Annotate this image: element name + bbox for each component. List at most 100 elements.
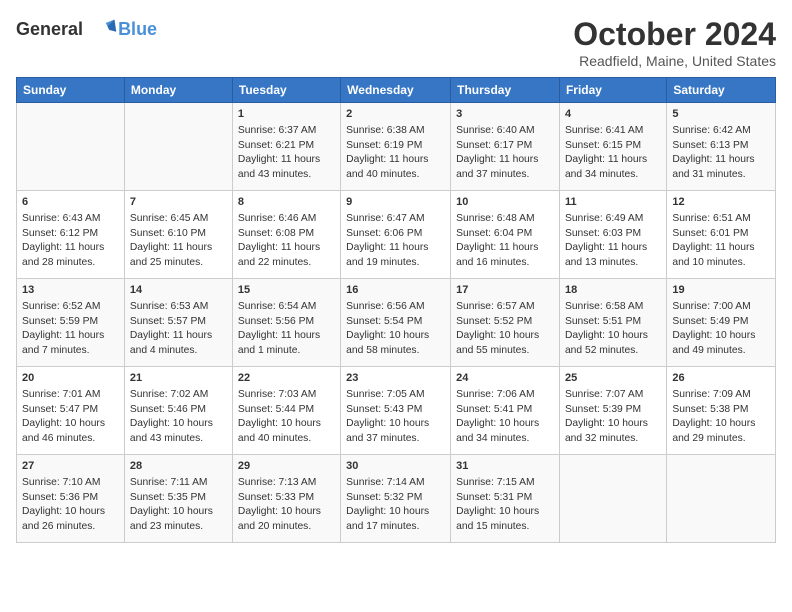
calendar-week-1: 1Sunrise: 6:37 AMSunset: 6:21 PMDaylight… — [17, 103, 776, 191]
day-number: 28 — [130, 459, 227, 474]
day-number: 9 — [346, 195, 445, 210]
calendar-week-2: 6Sunrise: 6:43 AMSunset: 6:12 PMDaylight… — [17, 191, 776, 279]
day-info: Sunset: 5:57 PM — [130, 315, 227, 329]
day-info: Daylight: 11 hours and 7 minutes. — [22, 329, 119, 358]
day-info: Sunrise: 6:40 AM — [456, 124, 554, 138]
day-number: 10 — [456, 195, 554, 210]
day-info: Daylight: 11 hours and 31 minutes. — [672, 153, 770, 182]
day-info: Sunrise: 7:13 AM — [238, 476, 335, 490]
day-info: Sunrise: 7:14 AM — [346, 476, 445, 490]
calendar-cell: 19Sunrise: 7:00 AMSunset: 5:49 PMDayligh… — [667, 279, 776, 367]
day-info: Sunrise: 7:00 AM — [672, 300, 770, 314]
day-info: Sunset: 6:12 PM — [22, 227, 119, 241]
calendar-cell: 10Sunrise: 6:48 AMSunset: 6:04 PMDayligh… — [451, 191, 560, 279]
day-number: 11 — [565, 195, 661, 210]
day-info: Daylight: 10 hours and 29 minutes. — [672, 417, 770, 446]
day-info: Sunset: 5:43 PM — [346, 403, 445, 417]
logo-text-blue: Blue — [118, 19, 157, 40]
day-info: Daylight: 10 hours and 15 minutes. — [456, 505, 554, 534]
day-number: 6 — [22, 195, 119, 210]
day-info: Sunrise: 6:54 AM — [238, 300, 335, 314]
logo-bird-icon — [90, 16, 118, 44]
col-header-monday: Monday — [124, 78, 232, 103]
day-number: 22 — [238, 371, 335, 386]
calendar-cell: 7Sunrise: 6:45 AMSunset: 6:10 PMDaylight… — [124, 191, 232, 279]
calendar-cell: 15Sunrise: 6:54 AMSunset: 5:56 PMDayligh… — [232, 279, 340, 367]
day-info: Daylight: 11 hours and 43 minutes. — [238, 153, 335, 182]
day-info: Sunset: 5:46 PM — [130, 403, 227, 417]
day-info: Daylight: 10 hours and 46 minutes. — [22, 417, 119, 446]
day-info: Sunrise: 7:10 AM — [22, 476, 119, 490]
day-info: Sunrise: 6:42 AM — [672, 124, 770, 138]
day-info: Daylight: 10 hours and 40 minutes. — [238, 417, 335, 446]
day-info: Sunset: 5:44 PM — [238, 403, 335, 417]
day-info: Sunset: 6:10 PM — [130, 227, 227, 241]
day-info: Sunset: 6:04 PM — [456, 227, 554, 241]
day-info: Sunset: 5:31 PM — [456, 491, 554, 505]
day-number: 23 — [346, 371, 445, 386]
day-info: Sunrise: 6:41 AM — [565, 124, 661, 138]
calendar-cell — [17, 103, 125, 191]
calendar-body: 1Sunrise: 6:37 AMSunset: 6:21 PMDaylight… — [17, 103, 776, 543]
col-header-sunday: Sunday — [17, 78, 125, 103]
col-header-thursday: Thursday — [451, 78, 560, 103]
day-info: Daylight: 10 hours and 23 minutes. — [130, 505, 227, 534]
logo-text-general: General — [16, 19, 83, 39]
calendar-cell: 13Sunrise: 6:52 AMSunset: 5:59 PMDayligh… — [17, 279, 125, 367]
col-header-wednesday: Wednesday — [341, 78, 451, 103]
day-number: 4 — [565, 107, 661, 122]
day-info: Sunrise: 7:02 AM — [130, 388, 227, 402]
day-info: Daylight: 11 hours and 1 minute. — [238, 329, 335, 358]
day-info: Sunset: 5:47 PM — [22, 403, 119, 417]
day-info: Sunset: 6:15 PM — [565, 139, 661, 153]
calendar-table: SundayMondayTuesdayWednesdayThursdayFrid… — [16, 77, 776, 543]
day-info: Sunset: 5:51 PM — [565, 315, 661, 329]
day-number: 21 — [130, 371, 227, 386]
day-info: Sunrise: 6:57 AM — [456, 300, 554, 314]
day-info: Sunrise: 6:46 AM — [238, 212, 335, 226]
day-info: Sunrise: 6:53 AM — [130, 300, 227, 314]
calendar-cell: 1Sunrise: 6:37 AMSunset: 6:21 PMDaylight… — [232, 103, 340, 191]
calendar-week-5: 27Sunrise: 7:10 AMSunset: 5:36 PMDayligh… — [17, 455, 776, 543]
calendar-header-row: SundayMondayTuesdayWednesdayThursdayFrid… — [17, 78, 776, 103]
calendar-cell: 26Sunrise: 7:09 AMSunset: 5:38 PMDayligh… — [667, 367, 776, 455]
day-info: Daylight: 10 hours and 52 minutes. — [565, 329, 661, 358]
day-info: Daylight: 11 hours and 40 minutes. — [346, 153, 445, 182]
day-number: 2 — [346, 107, 445, 122]
day-info: Sunset: 6:13 PM — [672, 139, 770, 153]
day-number: 1 — [238, 107, 335, 122]
day-info: Daylight: 11 hours and 25 minutes. — [130, 241, 227, 270]
calendar-cell: 29Sunrise: 7:13 AMSunset: 5:33 PMDayligh… — [232, 455, 340, 543]
day-info: Sunrise: 7:05 AM — [346, 388, 445, 402]
col-header-friday: Friday — [559, 78, 666, 103]
day-info: Sunrise: 6:47 AM — [346, 212, 445, 226]
day-info: Sunset: 6:17 PM — [456, 139, 554, 153]
day-info: Sunrise: 7:15 AM — [456, 476, 554, 490]
day-number: 30 — [346, 459, 445, 474]
day-number: 17 — [456, 283, 554, 298]
calendar-cell: 20Sunrise: 7:01 AMSunset: 5:47 PMDayligh… — [17, 367, 125, 455]
col-header-saturday: Saturday — [667, 78, 776, 103]
day-info: Sunset: 6:06 PM — [346, 227, 445, 241]
day-info: Daylight: 10 hours and 20 minutes. — [238, 505, 335, 534]
day-info: Sunset: 5:52 PM — [456, 315, 554, 329]
col-header-tuesday: Tuesday — [232, 78, 340, 103]
calendar-cell: 12Sunrise: 6:51 AMSunset: 6:01 PMDayligh… — [667, 191, 776, 279]
calendar-cell: 6Sunrise: 6:43 AMSunset: 6:12 PMDaylight… — [17, 191, 125, 279]
calendar-week-3: 13Sunrise: 6:52 AMSunset: 5:59 PMDayligh… — [17, 279, 776, 367]
calendar-cell: 22Sunrise: 7:03 AMSunset: 5:44 PMDayligh… — [232, 367, 340, 455]
day-info: Sunset: 5:38 PM — [672, 403, 770, 417]
day-number: 25 — [565, 371, 661, 386]
day-info: Sunset: 5:33 PM — [238, 491, 335, 505]
day-info: Sunrise: 7:01 AM — [22, 388, 119, 402]
calendar-cell: 2Sunrise: 6:38 AMSunset: 6:19 PMDaylight… — [341, 103, 451, 191]
calendar-cell: 23Sunrise: 7:05 AMSunset: 5:43 PMDayligh… — [341, 367, 451, 455]
day-info: Daylight: 11 hours and 22 minutes. — [238, 241, 335, 270]
calendar-cell: 25Sunrise: 7:07 AMSunset: 5:39 PMDayligh… — [559, 367, 666, 455]
day-info: Sunrise: 7:06 AM — [456, 388, 554, 402]
calendar-cell: 8Sunrise: 6:46 AMSunset: 6:08 PMDaylight… — [232, 191, 340, 279]
calendar-cell — [124, 103, 232, 191]
day-info: Sunset: 5:32 PM — [346, 491, 445, 505]
day-info: Sunset: 5:49 PM — [672, 315, 770, 329]
day-info: Sunrise: 6:51 AM — [672, 212, 770, 226]
